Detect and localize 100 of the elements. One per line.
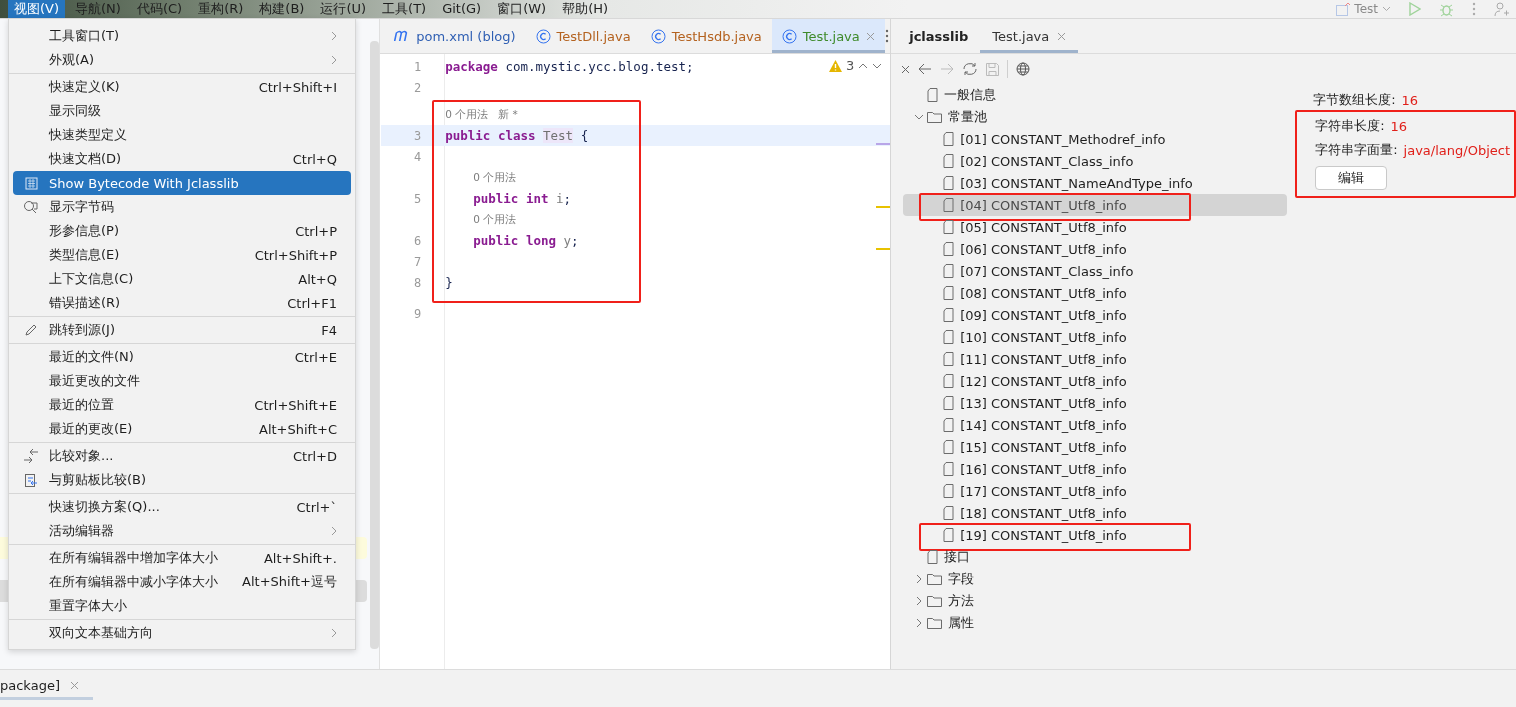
- folder-icon: [927, 573, 943, 585]
- file-icon: [943, 528, 955, 542]
- close-icon[interactable]: [69, 680, 79, 690]
- panel-tab[interactable]: Test.java: [980, 19, 1079, 53]
- menu-item[interactable]: 重置字体大小: [13, 594, 351, 618]
- change-marker: [876, 143, 891, 145]
- tree-item[interactable]: [03] CONSTANT_NameAndType_info: [903, 172, 1288, 194]
- class-icon: [535, 28, 551, 44]
- menu-item[interactable]: 工具窗口(T): [13, 24, 351, 48]
- tree-item[interactable]: 属性: [903, 612, 1288, 634]
- panel-tab[interactable]: jclasslib: [897, 19, 981, 53]
- menu-item[interactable]: 上下文信息(C) Alt+Q: [13, 267, 351, 291]
- bottom-tab[interactable]: package]: [0, 670, 93, 700]
- menu-item[interactable]: 形参信息(P) Ctrl+P: [13, 219, 351, 243]
- menu-item[interactable]: 快速文档(D) Ctrl+Q: [13, 147, 351, 171]
- menu-item[interactable]: 最近的更改(E) Alt+Shift+C: [13, 417, 351, 441]
- menu-item[interactable]: 最近更改的文件: [13, 369, 351, 393]
- editor-tab[interactable]: Test.java: [771, 19, 885, 53]
- close-icon[interactable]: [901, 64, 911, 74]
- menu-bar-item[interactable]: 视图(V): [8, 0, 66, 18]
- menu-item[interactable]: 错误描述(R) Ctrl+F1: [13, 291, 351, 315]
- tree-item[interactable]: [18] CONSTANT_Utf8_info: [903, 502, 1288, 524]
- tree-item[interactable]: 常量池: [903, 106, 1288, 128]
- tree-item[interactable]: 接口: [903, 546, 1288, 568]
- tree-item[interactable]: [06] CONSTANT_Utf8_info: [903, 238, 1288, 260]
- usage-hint: 0 个用法 新 *: [445, 107, 518, 122]
- menu-item[interactable]: 快速定义(K) Ctrl+Shift+I: [13, 75, 351, 99]
- chevron-up-icon[interactable]: [858, 62, 869, 69]
- warning-count[interactable]: 3: [845, 58, 855, 73]
- more-icon[interactable]: [1472, 2, 1476, 16]
- menu-item[interactable]: 最近的文件(N) Ctrl+E: [13, 345, 351, 369]
- tree-item[interactable]: [09] CONSTANT_Utf8_info: [903, 304, 1288, 326]
- detail-value: java/lang/Object: [1403, 142, 1510, 158]
- tree-item[interactable]: [13] CONSTANT_Utf8_info: [903, 392, 1288, 414]
- tree-item[interactable]: [07] CONSTANT_Class_info: [903, 260, 1288, 282]
- tree-item[interactable]: 方法: [903, 590, 1288, 612]
- menu-bar-item[interactable]: 窗口(W): [491, 0, 553, 18]
- close-icon[interactable]: [1057, 31, 1067, 41]
- save-icon[interactable]: [986, 62, 1000, 76]
- menu-item[interactable]: 跳转到源(J) F4: [13, 318, 351, 342]
- code-line: public class Test {: [445, 128, 589, 143]
- menu-item[interactable]: 类型信息(E) Ctrl+Shift+P: [13, 243, 351, 267]
- menu-item[interactable]: 在所有编辑器中增加字体大小 Alt+Shift+.: [13, 546, 351, 570]
- edit-button[interactable]: 编辑: [1315, 166, 1388, 190]
- chevron-right-icon[interactable]: [916, 618, 923, 628]
- tree-item[interactable]: [15] CONSTANT_Utf8_info: [903, 436, 1288, 458]
- chevron-right-icon[interactable]: [916, 574, 923, 584]
- menu-bar-item[interactable]: 构建(B): [253, 0, 311, 18]
- tree-item[interactable]: [05] CONSTANT_Utf8_info: [903, 216, 1288, 238]
- menu-item[interactable]: 显示同级: [13, 99, 351, 123]
- more-icon[interactable]: [884, 29, 889, 43]
- editor-tab[interactable]: TestHsdb.java: [640, 19, 772, 53]
- editor-tab[interactable]: pom.xml (blog): [384, 19, 526, 53]
- tree-item[interactable]: [10] CONSTANT_Utf8_info: [903, 326, 1288, 348]
- close-icon[interactable]: [865, 31, 875, 41]
- menu-item[interactable]: 在所有编辑器中减小字体大小 Alt+Shift+逗号: [13, 570, 351, 594]
- code-line: public long y;: [473, 233, 579, 248]
- add-user-icon[interactable]: [1494, 1, 1510, 17]
- code-line: }: [445, 275, 453, 290]
- menu-bar-item[interactable]: 帮助(H): [556, 0, 615, 18]
- code-line: public int i;: [473, 191, 572, 206]
- file-icon: [943, 418, 955, 432]
- tree-item[interactable]: [11] CONSTANT_Utf8_info: [903, 348, 1288, 370]
- menu-item[interactable]: 双向文本基础方向: [13, 621, 351, 645]
- scrollbar[interactable]: [370, 41, 379, 649]
- tree-item[interactable]: [14] CONSTANT_Utf8_info: [903, 414, 1288, 436]
- menu-item[interactable]: 最近的位置 Ctrl+Shift+E: [13, 393, 351, 417]
- back-arrow-icon[interactable]: [918, 63, 933, 75]
- chevron-down-icon[interactable]: [872, 62, 883, 69]
- run-config-icon: [1336, 2, 1351, 16]
- menu-item[interactable]: 活动编辑器: [13, 519, 351, 543]
- tree-item[interactable]: [08] CONSTANT_Utf8_info: [903, 282, 1288, 304]
- globe-icon[interactable]: [1016, 62, 1031, 76]
- menu-item[interactable]: 比较对象... Ctrl+D: [13, 444, 351, 468]
- tree-item[interactable]: [17] CONSTANT_Utf8_info: [903, 480, 1288, 502]
- menu-item[interactable]: 快速切换方案(Q)... Ctrl+`: [13, 495, 351, 519]
- editor-tab[interactable]: TestDll.java: [525, 19, 641, 53]
- tree-item[interactable]: [19] CONSTANT_Utf8_info: [903, 524, 1288, 546]
- menu-bar-item[interactable]: 运行(U): [314, 0, 373, 18]
- file-icon: [943, 330, 955, 344]
- refresh-icon[interactable]: [962, 62, 979, 76]
- menu-item[interactable]: Show Bytecode With Jclasslib: [13, 171, 351, 195]
- menu-item[interactable]: 快速类型定义: [13, 123, 351, 147]
- file-icon: [943, 154, 955, 168]
- menu-item[interactable]: 显示字节码: [13, 195, 351, 219]
- tree-item[interactable]: [16] CONSTANT_Utf8_info: [903, 458, 1288, 480]
- menu-bar-item[interactable]: 工具(T): [376, 0, 433, 18]
- tree-item[interactable]: [02] CONSTANT_Class_info: [903, 150, 1288, 172]
- tree-item[interactable]: 一般信息: [903, 84, 1288, 106]
- menu-item[interactable]: 外观(A): [13, 48, 351, 72]
- tree-item[interactable]: [01] CONSTANT_Methodref_info: [903, 128, 1288, 150]
- code-line: package com.mystic.ycc.blog.test;: [445, 59, 694, 74]
- tree-item[interactable]: 字段: [903, 568, 1288, 590]
- chevron-right-icon[interactable]: [916, 596, 923, 606]
- tree-item[interactable]: [12] CONSTANT_Utf8_info: [903, 370, 1288, 392]
- menu-bar-item[interactable]: 重构(R): [192, 0, 250, 18]
- menu-item[interactable]: 与剪贴板比较(B): [13, 468, 351, 492]
- tree-item[interactable]: [04] CONSTANT_Utf8_info: [903, 194, 1288, 216]
- chevron-down-icon[interactable]: [914, 114, 925, 120]
- menu-bar-item[interactable]: Git(G): [436, 0, 488, 18]
